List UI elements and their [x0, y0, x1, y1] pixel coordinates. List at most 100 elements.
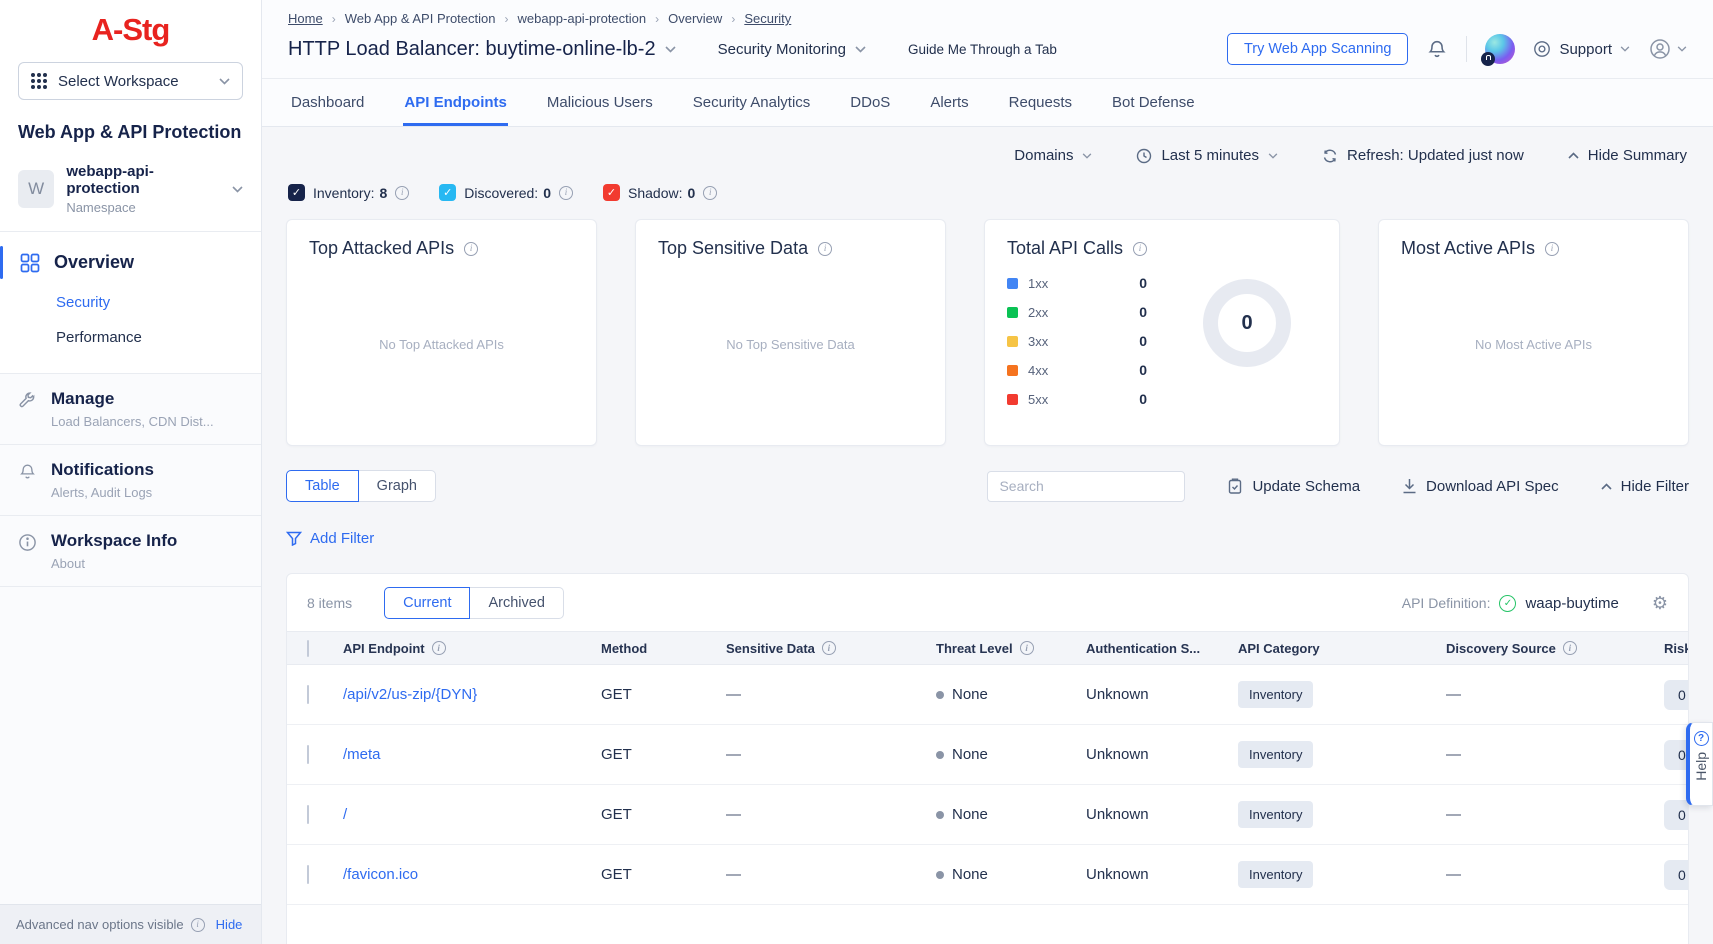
endpoint-link[interactable]: /favicon.ico	[343, 866, 601, 883]
row-checkbox[interactable]	[307, 685, 309, 704]
try-web-app-scanning-button[interactable]: Try Web App Scanning	[1227, 33, 1409, 65]
sidebar-item-overview[interactable]: Overview	[0, 248, 261, 285]
info-icon[interactable]	[1020, 641, 1034, 655]
breadcrumb-overview[interactable]: Overview	[668, 11, 722, 26]
col-risk[interactable]: Risk	[1664, 641, 1689, 656]
notifications-bell-icon[interactable]	[1426, 38, 1448, 60]
method-cell: GET	[601, 866, 726, 883]
tab-malicious-users[interactable]: Malicious Users	[546, 79, 654, 126]
info-icon[interactable]	[1545, 242, 1559, 256]
search-input[interactable]	[987, 471, 1185, 502]
update-schema-button[interactable]: Update Schema	[1227, 478, 1360, 495]
graph-view-button[interactable]: Graph	[359, 470, 436, 502]
info-icon[interactable]	[191, 918, 205, 932]
info-icon[interactable]	[464, 242, 478, 256]
tab-requests[interactable]: Requests	[1008, 79, 1073, 126]
wrench-icon	[18, 391, 37, 429]
tab-alerts[interactable]: Alerts	[929, 79, 969, 126]
filter-inventory[interactable]: Inventory: 8	[288, 184, 409, 201]
api-definition-value[interactable]: waap-buytime	[1525, 595, 1618, 612]
gear-icon[interactable]: ⚙	[1652, 594, 1668, 612]
col-api-category[interactable]: API Category	[1238, 641, 1446, 656]
col-api-endpoint[interactable]: API Endpoint	[343, 641, 425, 656]
api-definition-label: API Definition:	[1402, 595, 1491, 611]
tab-dashboard[interactable]: Dashboard	[290, 79, 365, 126]
col-discovery-source[interactable]: Discovery Source	[1446, 641, 1556, 656]
info-icon[interactable]	[822, 641, 836, 655]
info-icon[interactable]	[1133, 242, 1147, 256]
legend-item-1xx: 1xx 0	[1007, 275, 1147, 291]
time-range-dropdown[interactable]: Last 5 minutes	[1136, 147, 1278, 164]
refresh-control[interactable]: Refresh: Updated just now	[1322, 147, 1524, 164]
brand-logo[interactable]: A-Stg	[0, 0, 261, 60]
table-view-button[interactable]: Table	[286, 470, 359, 502]
info-icon[interactable]	[432, 641, 446, 655]
tab-ddos[interactable]: DDoS	[849, 79, 891, 126]
checkbox-checked-icon[interactable]	[439, 184, 456, 201]
hide-summary-toggle[interactable]: Hide Summary	[1568, 147, 1687, 164]
tab-bot-defense[interactable]: Bot Defense	[1111, 79, 1196, 126]
col-threat-level[interactable]: Threat Level	[936, 641, 1013, 656]
info-icon[interactable]	[703, 186, 717, 200]
tab-api-endpoints[interactable]: API Endpoints	[403, 79, 508, 126]
select-all-checkbox[interactable]	[307, 640, 309, 657]
add-filter-button[interactable]: Add Filter	[286, 530, 1689, 547]
threat-dot-icon	[936, 811, 944, 819]
domains-dropdown[interactable]: Domains	[1014, 147, 1092, 164]
filter-discovered[interactable]: Discovered: 0	[439, 184, 573, 201]
user-avatar[interactable]	[1485, 34, 1515, 64]
col-sensitive-data[interactable]: Sensitive Data	[726, 641, 815, 656]
breadcrumb-namespace[interactable]: webapp-api-protection	[517, 11, 646, 26]
endpoint-link[interactable]: /	[343, 806, 601, 823]
account-icon	[1648, 37, 1672, 61]
breadcrumb-waap[interactable]: Web App & API Protection	[345, 11, 496, 26]
tab-security-analytics[interactable]: Security Analytics	[692, 79, 812, 126]
tab-bar: Dashboard API Endpoints Malicious Users …	[262, 79, 1713, 127]
monitor-selector[interactable]: Security Monitoring	[718, 41, 866, 58]
sidebar-item-performance[interactable]: Performance	[0, 320, 261, 355]
endpoint-link[interactable]: /api/v2/us-zip/{DYN}	[343, 686, 601, 703]
sidebar-item-manage[interactable]: Manage Load Balancers, CDN Dist...	[0, 373, 261, 444]
info-icon[interactable]	[818, 242, 832, 256]
namespace-selector[interactable]: W webapp-api-protection Namespace	[0, 163, 261, 231]
row-checkbox[interactable]	[307, 805, 309, 824]
sensitive-cell: —	[726, 866, 936, 883]
row-checkbox[interactable]	[307, 865, 309, 884]
endpoint-link[interactable]: /meta	[343, 746, 601, 763]
threat-cell: None	[952, 746, 988, 763]
col-authentication[interactable]: Authentication S...	[1086, 641, 1238, 656]
account-menu[interactable]	[1648, 37, 1687, 61]
support-menu[interactable]: Support	[1533, 40, 1630, 58]
info-icon[interactable]	[1563, 641, 1577, 655]
archived-toggle-button[interactable]: Archived	[470, 587, 563, 619]
download-api-spec-button[interactable]: Download API Spec	[1402, 478, 1559, 495]
summary-cards: Top Attacked APIs No Top Attacked APIs T…	[286, 219, 1689, 446]
monitor-selector-label: Security Monitoring	[718, 41, 846, 58]
row-checkbox[interactable]	[307, 745, 309, 764]
checkbox-checked-icon[interactable]	[288, 184, 305, 201]
help-tab[interactable]: Help	[1686, 722, 1713, 806]
breadcrumb-security[interactable]: Security	[744, 11, 791, 26]
sidebar-item-workspace-info[interactable]: Workspace Info About	[0, 515, 261, 586]
current-toggle-button[interactable]: Current	[384, 587, 470, 619]
table-header-row: API Endpoint Method Sensitive Data Threa…	[287, 631, 1688, 665]
current-archived-toggle: Current Archived	[384, 587, 564, 619]
guide-me-link[interactable]: Guide Me Through a Tab	[908, 42, 1057, 57]
lb-title-dropdown[interactable]: HTTP Load Balancer: buytime-online-lb-2	[288, 38, 676, 61]
sidebar-item-notifications[interactable]: Notifications Alerts, Audit Logs	[0, 444, 261, 515]
table-row: /favicon.ico GET — None Unknown Inventor…	[287, 845, 1688, 905]
sidebar-item-security[interactable]: Security	[0, 285, 261, 320]
workspace-selector[interactable]: Select Workspace	[18, 62, 243, 100]
legend-label: 3xx	[1028, 334, 1048, 349]
hide-summary-label: Hide Summary	[1588, 147, 1687, 164]
update-schema-label: Update Schema	[1252, 478, 1360, 495]
breadcrumb-home[interactable]: Home	[288, 11, 323, 26]
hide-filter-toggle[interactable]: Hide Filter	[1601, 478, 1689, 495]
auth-cell: Unknown	[1086, 746, 1238, 763]
info-icon[interactable]	[559, 186, 573, 200]
info-icon[interactable]	[395, 186, 409, 200]
hide-advanced-nav-link[interactable]: Hide	[216, 917, 243, 932]
checkbox-checked-icon[interactable]	[603, 184, 620, 201]
filter-shadow[interactable]: Shadow: 0	[603, 184, 717, 201]
col-method[interactable]: Method	[601, 641, 726, 656]
